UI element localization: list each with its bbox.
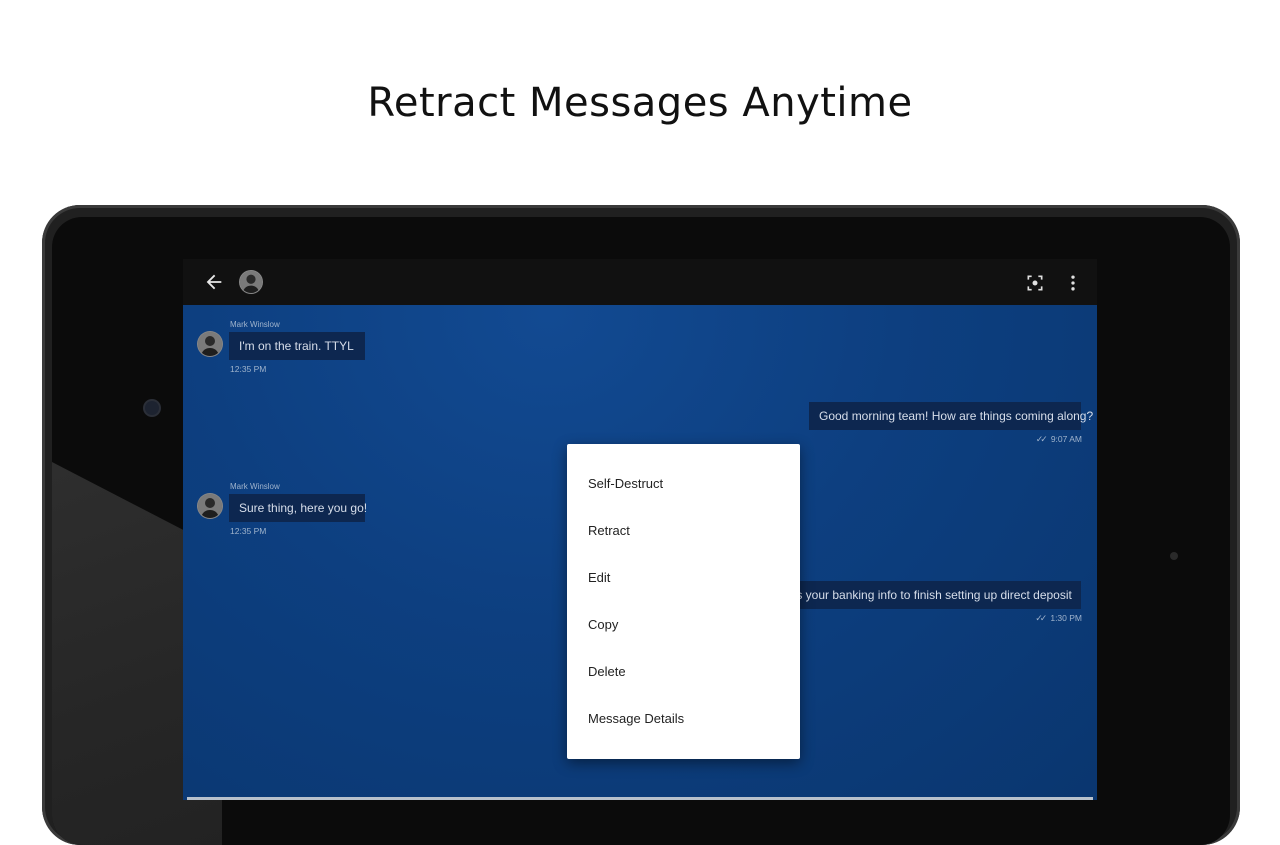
sender-name: Mark Winslow — [230, 482, 280, 491]
sender-name: Mark Winslow — [230, 320, 280, 329]
menu-item-self-destruct[interactable]: Self-Destruct — [567, 460, 800, 507]
menu-item-retract[interactable]: Retract — [567, 507, 800, 554]
message-context-menu: Self-Destruct Retract Edit Copy Delete M… — [567, 444, 800, 759]
message-bubble[interactable]: I'm on the train. TTYL — [229, 332, 365, 360]
message-bubble[interactable]: Good morning team! How are things coming… — [809, 402, 1093, 430]
screen-capture-icon[interactable] — [1025, 273, 1045, 293]
double-check-icon: ✓✓ — [1035, 613, 1047, 623]
message-bubble[interactable]: eds your banking info to finish setting … — [773, 581, 1081, 609]
contact-avatar-icon[interactable] — [198, 494, 222, 518]
message-time: 12:35 PM — [230, 364, 267, 374]
message-time: 12:35 PM — [230, 526, 267, 536]
message-time: ✓✓ 1:30 PM — [1035, 613, 1082, 623]
contact-avatar-icon[interactable] — [240, 271, 262, 293]
sensor-dot — [1170, 552, 1178, 560]
headline: Retract Messages Anytime — [367, 80, 913, 126]
message-bubble[interactable]: Sure thing, here you go! — [229, 494, 367, 522]
camera-icon — [145, 401, 159, 415]
menu-item-edit[interactable]: Edit — [567, 554, 800, 601]
message-time: ✓✓ 9:07 AM — [1035, 434, 1082, 444]
contact-avatar-icon[interactable] — [198, 332, 222, 356]
menu-item-message-details[interactable]: Message Details — [567, 695, 800, 742]
menu-item-delete[interactable]: Delete — [567, 648, 800, 695]
menu-item-copy[interactable]: Copy — [567, 601, 800, 648]
more-vert-icon[interactable] — [1063, 273, 1083, 293]
arrow-left-icon[interactable] — [203, 271, 225, 293]
double-check-icon: ✓✓ — [1035, 434, 1048, 444]
app-bar — [183, 259, 1097, 305]
